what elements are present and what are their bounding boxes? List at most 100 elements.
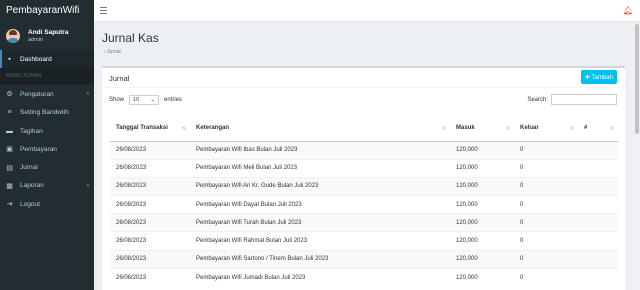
sidebar-item-label: Logout <box>20 200 40 208</box>
table-cell: 0 <box>514 140 578 160</box>
column-header-label: # <box>584 125 588 132</box>
briefcase-icon: ▦ <box>6 182 13 190</box>
chevron-down-icon: ⌄ <box>150 97 156 103</box>
table-cell: 120,000 <box>450 267 514 287</box>
sidebar-item-logout[interactable]: ⇥ Logout <box>0 195 94 213</box>
journal-table: Tanggal Transaksi ⇅ Keterangan ⇅ Masuk ⇅ Kelua… <box>110 116 618 287</box>
sidebar-item-label: Jurnal <box>20 164 38 172</box>
table-cell: 26/08/2023 <box>110 158 190 178</box>
table-row: 26/08/2023 Pembayaran Wifi Meli Bulan Jul… <box>110 158 618 178</box>
brand-logo[interactable]: PembayaranWifi <box>0 0 94 22</box>
table-cell <box>578 267 618 287</box>
dashboard-icon: ▪ <box>8 55 11 63</box>
scrollbar[interactable] <box>634 22 640 290</box>
show-label: Show <box>109 97 125 103</box>
table-row: 26/08/2023 Pembayaran Wifi Ibas Bulan Jul… <box>110 140 618 160</box>
sidebar-item-label: Pengaturan <box>20 90 54 98</box>
table-cell <box>578 249 618 269</box>
column-header[interactable]: # ⇅ <box>578 116 618 142</box>
main-content: Jurnal Kas › Jurnal Jurnal ✚ Tambah Show… <box>94 22 640 290</box>
sidebar-item-pengaturan[interactable]: ⚙ Pengaturan ‹ <box>0 85 94 103</box>
breadcrumb[interactable]: › Jurnal <box>104 49 121 55</box>
sort-icon: ⇅ <box>441 126 446 132</box>
column-header-label: Keterangan <box>196 125 230 132</box>
table-cell: 0 <box>514 158 578 178</box>
table-row: 26/08/2023 Pembayaran Wifi Sartono / Tine… <box>110 249 618 269</box>
table-row: 26/08/2023 Pembayaran Wifi Rahmat Bulan J… <box>110 231 618 251</box>
sidebar-item-label: Pembayaran <box>20 145 57 153</box>
column-header[interactable]: Masuk ⇅ <box>450 116 514 142</box>
sidebar-item-label: Laporan <box>20 182 44 190</box>
menu-toggle-icon[interactable] <box>100 7 107 14</box>
gear-icon: ⚙ <box>6 91 13 99</box>
sidebar: PembayaranWifi Andi Saputra admin ▪ Dashb… <box>0 0 94 290</box>
chevron-left-icon: ‹ <box>87 182 89 189</box>
table-cell: Pembayaran Wifi Rahmat Bulan Juli 2023 <box>190 231 450 251</box>
sidebar-item-jurnal[interactable]: ▤ Jurnal <box>0 158 94 176</box>
table-cell: 26/08/2023 <box>110 140 190 160</box>
user-name: Andi Saputra <box>28 28 69 36</box>
entries-select[interactable]: 10 ⌄ <box>129 95 160 105</box>
table-body: 26/08/2023 Pembayaran Wifi Ibas Bulan Jul… <box>110 140 618 287</box>
entries-value: 10 <box>133 97 140 103</box>
sidebar-item-label: Setting Bandwith <box>20 109 69 117</box>
sort-icon: ⇅ <box>609 126 614 132</box>
table-cell: Pembayaran Wifi Meli Bulan Juli 2023 <box>190 158 450 178</box>
table-cell: 120,000 <box>450 140 514 160</box>
sidebar-item-label: Dashboard <box>20 55 52 63</box>
table-cell: 26/08/2023 <box>110 249 190 269</box>
scrollbar-thumb[interactable] <box>635 24 639 134</box>
table-cell: Pembayaran Wifi Turah Bulan Juli 2023 <box>190 213 450 232</box>
table-cell <box>578 158 618 178</box>
table-cell: 0 <box>514 213 578 232</box>
table-row: 26/08/2023 Pembayaran Wifi Ari Kr. Gude B… <box>110 176 618 196</box>
table-cell: 26/08/2023 <box>110 231 190 251</box>
search-input[interactable] <box>551 94 617 105</box>
user-role: admin <box>28 36 43 43</box>
table-cell: 120,000 <box>450 158 514 178</box>
table-cell: 0 <box>514 231 578 251</box>
sort-icon: ⇅ <box>569 126 574 132</box>
server-icon: ≡ <box>7 109 12 117</box>
chevron-left-icon: ‹ <box>87 91 89 98</box>
column-header[interactable]: Tanggal Transaksi ⇅ <box>110 116 190 142</box>
table-cell: Pembayaran Wifi Sartono / Tinem Bulan Ju… <box>190 249 450 269</box>
entries-label: entries <box>164 97 183 103</box>
sidebar-item-label: Tagihan <box>20 127 43 135</box>
table-cell <box>578 195 618 214</box>
page-title: Jurnal Kas <box>102 31 159 45</box>
sort-icon: ⇅ <box>505 126 510 132</box>
journal-box: Jurnal ✚ Tambah Show 10 ⌄ entries Search… <box>102 66 625 290</box>
folder-icon: ▬ <box>6 127 13 135</box>
column-header[interactable]: Keterangan ⇅ <box>190 116 450 142</box>
add-button[interactable]: ✚ Tambah <box>581 70 617 84</box>
table-cell <box>578 140 618 160</box>
sidebar-item-pembayaran[interactable]: ▣ Pembayaran <box>0 140 94 158</box>
table-cell: 120,000 <box>450 231 514 251</box>
table-cell <box>578 231 618 251</box>
menu-header: MENU ADMIN <box>0 68 94 86</box>
table-cell: Pembayaran Wifi Ibas Bulan Juli 2023 <box>190 140 450 160</box>
money-icon: ▣ <box>6 146 13 154</box>
column-header[interactable]: Keluar ⇅ <box>514 116 578 142</box>
table-cell: 0 <box>514 176 578 196</box>
column-header-label: Tanggal Transaksi <box>116 125 168 132</box>
sidebar-item-laporan[interactable]: ▦ Laporan ‹ <box>0 177 94 195</box>
divider <box>102 87 625 88</box>
sort-icon: ⇅ <box>181 126 186 132</box>
table-cell: 120,000 <box>450 249 514 269</box>
table-cell <box>578 213 618 232</box>
search-label: Search: <box>527 96 548 103</box>
table-cell: 26/08/2023 <box>110 267 190 287</box>
column-header-label: Masuk <box>456 125 475 132</box>
table-cell: 26/08/2023 <box>110 213 190 232</box>
sidebar-item-dashboard[interactable]: ▪ Dashboard <box>0 50 94 69</box>
table-cell: Pembayaran Wifi Jumadi Bulan Juli 2023 <box>190 267 450 287</box>
table-cell: 0 <box>514 249 578 269</box>
column-header-label: Keluar <box>520 125 539 132</box>
notification-icon[interactable]: 🔔︎ <box>623 6 633 15</box>
sidebar-item-setting-bandwith[interactable]: ≡ Setting Bandwith <box>0 104 94 122</box>
table-cell: 120,000 <box>450 195 514 214</box>
sidebar-item-tagihan[interactable]: ▬ Tagihan <box>0 122 94 140</box>
table-row: 26/08/2023 Pembayaran Wifi Turah Bulan Ju… <box>110 213 618 232</box>
